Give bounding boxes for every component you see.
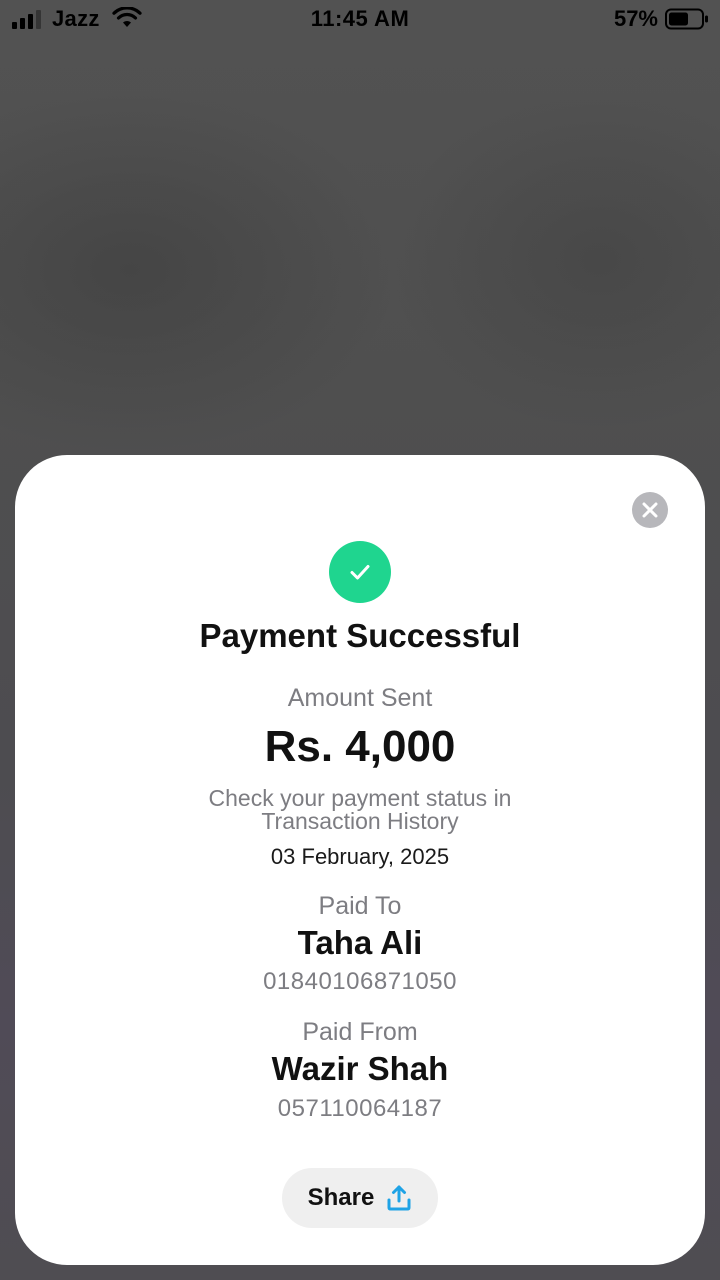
transaction-date: 03 February, 2025	[270, 844, 450, 869]
paid-to-label: Paid To	[318, 892, 402, 920]
share-label: Share	[307, 1184, 375, 1211]
status-bar: Jazz 11:45 AM 57%	[0, 0, 720, 40]
paid-to-account-number: 01840106871050	[263, 968, 457, 995]
payment-title: Payment Successful	[199, 617, 521, 654]
paid-from-name: Wazir Shah	[271, 1050, 449, 1087]
checkmark-icon	[350, 565, 370, 580]
payment-success-sheet: Payment Successful Amount Sent Rs. 4,000…	[15, 455, 705, 1265]
battery-percentage: 57%	[613, 6, 658, 31]
amount-value: Rs. 4,000	[264, 722, 456, 771]
status-note-line2: Transaction History	[261, 808, 459, 834]
status-note-line1: Check your payment status in	[208, 785, 512, 811]
paid-from-account-number: 057110064187	[277, 1095, 443, 1122]
share-button[interactable]: Share	[282, 1168, 438, 1228]
status-time: 11:45 AM	[310, 6, 410, 31]
close-icon	[642, 502, 658, 518]
paid-from-label: Paid From	[302, 1018, 418, 1046]
paid-to-name: Taha Ali	[297, 924, 423, 961]
battery-icon	[665, 8, 708, 30]
amount-label: Amount Sent	[287, 684, 433, 712]
success-badge	[329, 541, 391, 603]
share-upload-icon	[387, 1185, 411, 1211]
status-note: Check your payment status in Transaction…	[15, 787, 705, 833]
close-button[interactable]	[632, 492, 668, 528]
